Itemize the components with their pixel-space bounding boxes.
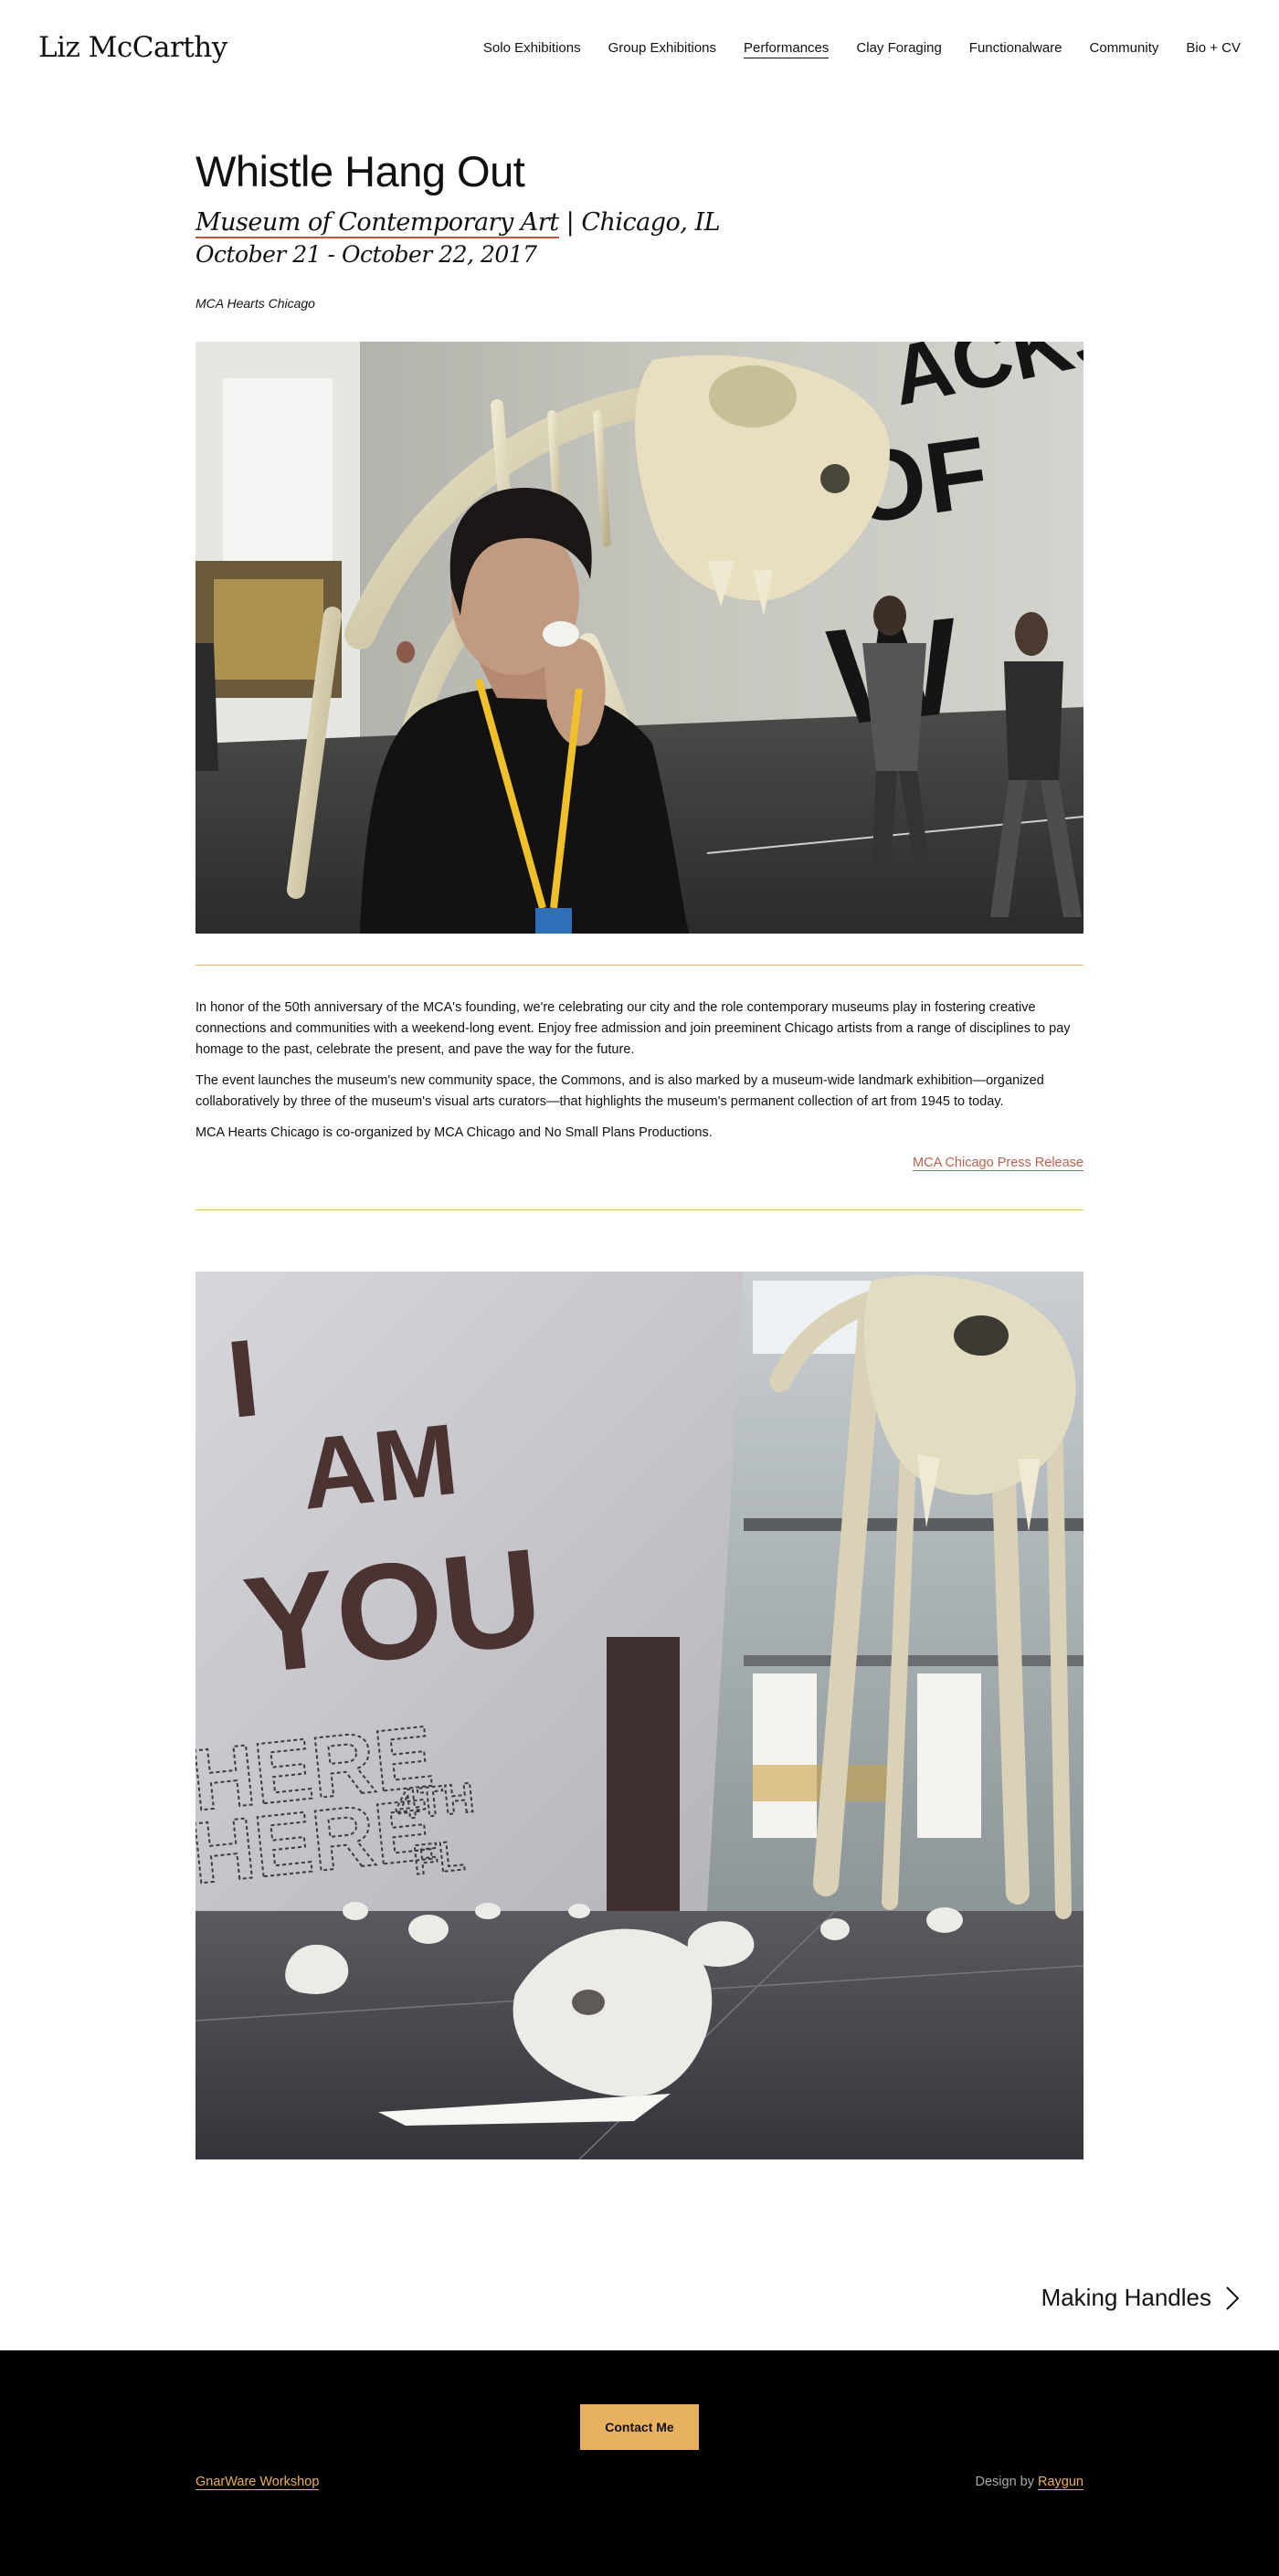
- section-divider-top: [196, 965, 1083, 966]
- nav-functionalware[interactable]: Functionalware: [969, 40, 1062, 58]
- press-link-wrapper: MCA Chicago Press Release: [196, 1153, 1083, 1174]
- svg-text:FL: FL: [411, 1831, 467, 1884]
- design-credit: Design by Raygun: [975, 2475, 1083, 2490]
- description-paragraph: The event launches the museum's new comm…: [196, 1072, 1044, 1109]
- svg-text:YOU: YOU: [238, 1519, 549, 1703]
- raygun-link[interactable]: Raygun: [1038, 2475, 1083, 2490]
- venue-line: Museum of Contemporary Art | Chicago, IL: [196, 208, 721, 238]
- site-header: Liz McCarthy Solo Exhibitions Group Exhi…: [0, 0, 1279, 100]
- section-divider-bottom: [196, 1209, 1083, 1210]
- project-description: In honor of the 50th anniversary of the …: [196, 998, 1083, 1174]
- nav-bio-cv[interactable]: Bio + CV: [1186, 40, 1241, 58]
- nav-clay-foraging[interactable]: Clay Foraging: [856, 40, 941, 58]
- venue-separator: |: [566, 208, 575, 237]
- next-project-label: Making Handles: [1041, 2284, 1211, 2311]
- performance-photo-whistle: ACKS OF W: [196, 342, 1083, 934]
- page-title: Whistle Hang Out: [196, 147, 525, 195]
- design-credit-prefix: Design by: [975, 2475, 1034, 2489]
- next-project-link[interactable]: Making Handles: [1041, 2284, 1241, 2312]
- main-nav: Solo Exhibitions Group Exhibitions Perfo…: [483, 40, 1241, 58]
- event-tag: MCA Hearts Chicago: [196, 296, 315, 311]
- svg-text:AM: AM: [296, 1403, 463, 1531]
- site-footer: Contact Me GnarWare Workshop Design by R…: [0, 2350, 1279, 2576]
- nav-solo-exhibitions[interactable]: Solo Exhibitions: [483, 40, 581, 58]
- contact-me-button[interactable]: Contact Me: [580, 2404, 699, 2450]
- venue-location: Chicago, IL: [581, 208, 721, 237]
- gnarware-workshop-link[interactable]: GnarWare Workshop: [196, 2475, 320, 2490]
- event-dates: October 21 - October 22, 2017: [196, 241, 537, 268]
- venue-link[interactable]: Museum of Contemporary Art: [196, 208, 559, 238]
- description-paragraph: In honor of the 50th anniversary of the …: [196, 1000, 1071, 1057]
- press-release-link[interactable]: MCA Chicago Press Release: [913, 1156, 1083, 1172]
- installation-photo-floor: I AM YOU HERE HERE 4TH FL: [196, 1272, 1083, 2159]
- svg-text:4TH: 4TH: [393, 1773, 477, 1829]
- description-paragraph: MCA Hearts Chicago is co-organized by MC…: [196, 1124, 713, 1140]
- nav-performances[interactable]: Performances: [744, 40, 830, 58]
- site-title-link[interactable]: Liz McCarthy: [38, 31, 227, 64]
- nav-group-exhibitions[interactable]: Group Exhibitions: [608, 40, 716, 58]
- chevron-right-icon: [1226, 2286, 1240, 2310]
- nav-community[interactable]: Community: [1090, 40, 1159, 58]
